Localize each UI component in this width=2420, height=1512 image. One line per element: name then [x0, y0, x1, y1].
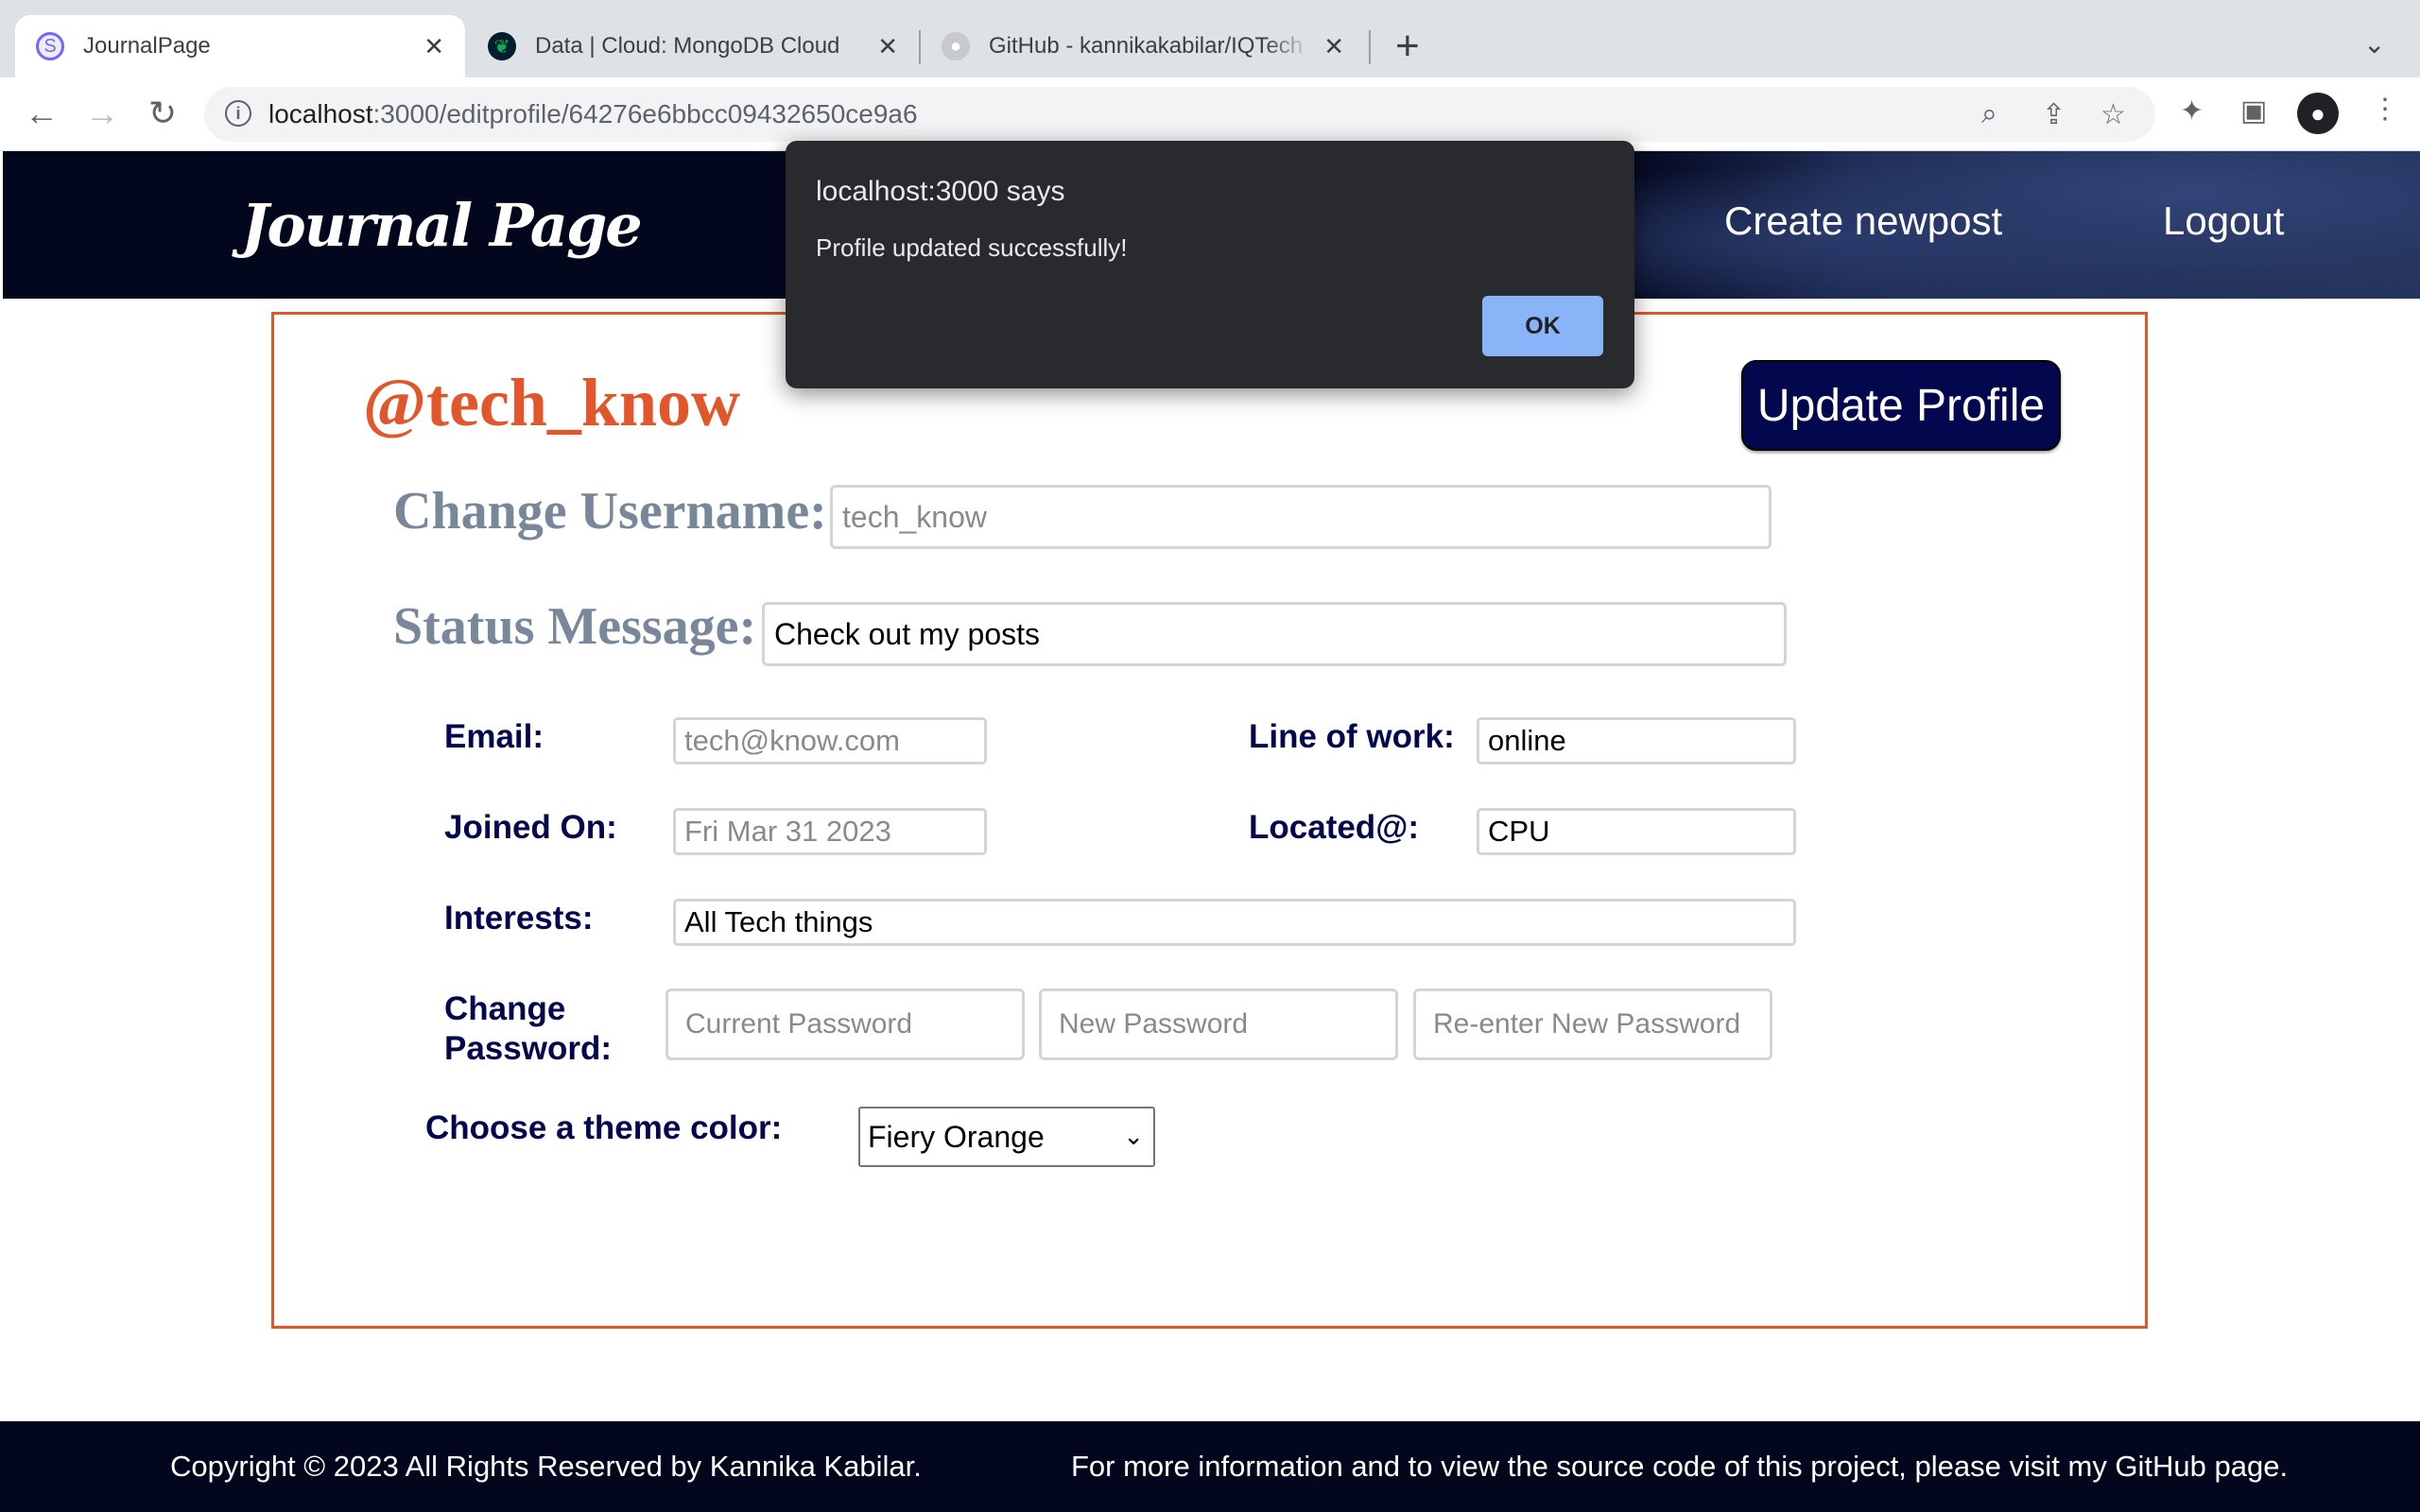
theme-color-value: Fiery Orange [868, 1119, 1045, 1154]
change-password-label: Change Password: [444, 989, 612, 1069]
tab-github[interactable]: ● GitHub - kannikakabilar/IQTech ✕ [921, 15, 1365, 77]
theme-color-select[interactable]: Fiery Orange ⌄ [858, 1107, 1155, 1167]
site-footer: Copyright © 2023 All Rights Reserved by … [0, 1421, 2420, 1512]
tab-mongodb[interactable]: ❦ Data | Cloud: MongoDB Cloud ✕ [467, 15, 919, 77]
browser-menu-kebab-icon[interactable]: ⋮ [2371, 93, 2399, 126]
address-url[interactable]: localhost:3000/editprofile/64276e6bbcc09… [268, 99, 918, 129]
close-tab-icon[interactable]: ✕ [424, 32, 444, 61]
tab-title: JournalPage [83, 33, 211, 59]
current-password-field[interactable]: Current Password [666, 988, 1025, 1060]
change-password-label-line2: Password: [444, 1030, 612, 1067]
line-of-work-field[interactable]: online [1477, 717, 1796, 765]
address-bar[interactable]: i localhost:3000/editprofile/64276e6bbcc… [204, 87, 2155, 142]
journalpage-favicon: S [36, 32, 64, 60]
theme-color-label: Choose a theme color: [425, 1109, 783, 1146]
joined-on-label: Joined On: [444, 809, 617, 846]
edit-profile-card: @tech_know Update Profile Change Usernam… [271, 312, 2148, 1329]
username-label: Change Username: [393, 482, 827, 541]
email-field[interactable]: tech@know.com [673, 717, 987, 765]
tab-search-chevron-icon[interactable]: ⌄ [2363, 28, 2385, 60]
new-password-field[interactable]: New Password [1039, 988, 1398, 1060]
change-password-label-line1: Change [444, 990, 566, 1027]
email-label: Email: [444, 718, 544, 755]
ok-button[interactable]: OK [1482, 296, 1603, 356]
status-message-label: Status Message: [393, 597, 757, 656]
profile-avatar-icon[interactable]: ● [2297, 93, 2339, 134]
share-icon[interactable]: ⇪ [2042, 98, 2066, 131]
joined-on-field[interactable]: Fri Mar 31 2023 [673, 808, 987, 855]
footer-copyright: Copyright © 2023 All Rights Reserved by … [170, 1450, 922, 1483]
new-tab-button[interactable]: + [1395, 23, 1420, 70]
tab-title: Data | Cloud: MongoDB Cloud [535, 33, 840, 59]
status-message-field[interactable]: Check out my posts [762, 602, 1787, 666]
create-newpost-link[interactable]: Create newpost [1724, 198, 2002, 244]
back-arrow-icon[interactable]: ← [21, 93, 62, 134]
close-tab-icon[interactable]: ✕ [1323, 32, 1344, 61]
interests-label: Interests: [444, 900, 594, 936]
interests-field[interactable]: All Tech things [673, 899, 1796, 946]
tab-separator [1369, 30, 1371, 64]
extensions-puzzle-icon[interactable]: ✦ [2180, 94, 2204, 128]
update-profile-button[interactable]: Update Profile [1741, 360, 2061, 451]
username-field[interactable]: tech_know [830, 485, 1772, 549]
side-panel-icon[interactable]: ▣ [2240, 94, 2267, 128]
footer-github-info[interactable]: For more information and to view the sou… [1071, 1450, 2288, 1484]
chevron-down-icon: ⌄ [1123, 1122, 1144, 1150]
url-path: :3000/editprofile/64276e6bbcc09432650ce9… [372, 99, 918, 129]
tab-title: GitHub - kannikakabilar/IQTech [989, 33, 1304, 59]
site-info-icon[interactable]: i [225, 100, 251, 127]
url-host: localhost [268, 99, 373, 129]
profile-handle: @tech_know [363, 365, 740, 440]
mongodb-leaf-icon: ❦ [488, 32, 516, 60]
reload-icon[interactable]: ↻ [142, 93, 183, 134]
site-logo[interactable]: Journal Page [241, 191, 643, 260]
close-tab-icon[interactable]: ✕ [877, 32, 898, 61]
bookmark-star-icon[interactable]: ☆ [2100, 98, 2126, 131]
located-field[interactable]: CPU [1477, 808, 1796, 855]
github-icon: ● [942, 32, 970, 60]
alert-dialog: localhost:3000 says Profile updated succ… [786, 141, 1634, 388]
logout-link[interactable]: Logout [2163, 198, 2284, 244]
zoom-icon[interactable]: ⌕ [1981, 98, 1997, 130]
forward-arrow-icon[interactable]: → [81, 93, 123, 134]
dialog-message: Profile updated successfully! [816, 233, 1128, 262]
line-of-work-label: Line of work: [1249, 718, 1455, 755]
tab-journalpage[interactable]: S JournalPage ✕ [15, 15, 465, 77]
dialog-title: localhost:3000 says [816, 176, 1065, 207]
browser-tab-strip: S JournalPage ✕ ❦ Data | Cloud: MongoDB … [0, 0, 2420, 77]
reenter-password-field[interactable]: Re-enter New Password [1413, 988, 1772, 1060]
located-label: Located@: [1249, 809, 1419, 846]
